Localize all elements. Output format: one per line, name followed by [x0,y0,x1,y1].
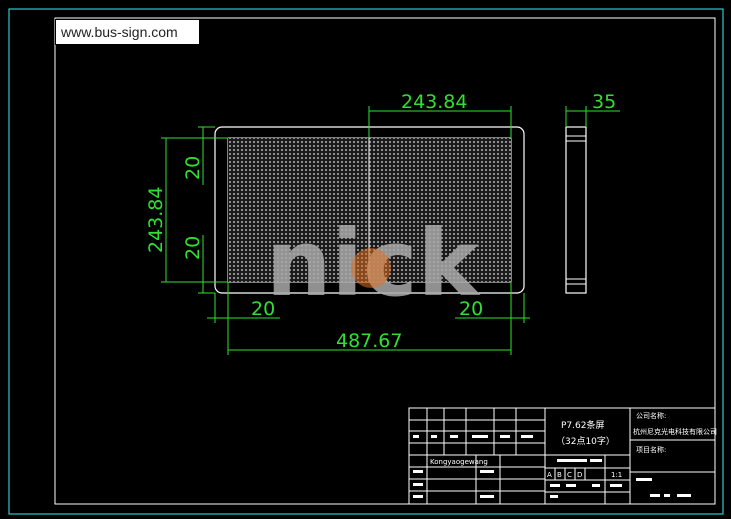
side-view-body [565,126,587,294]
company-name: 杭州尼克光电科技有限公司 [633,427,717,436]
dim-overall-width: 487.67 [336,330,402,352]
dim-left-upper-margin: 20 [182,156,204,180]
logo-dot-icon [351,248,391,288]
scale-cell-a: A [547,471,552,479]
product-spec: （32点10字） [556,435,615,447]
scale-cell-b: B [557,471,562,479]
cad-drawing: nick 243.84 3 [8,8,724,515]
dim-bottom-right-margin: 20 [459,298,483,320]
project-label: 项目名称: [636,445,666,454]
dim-left-height: 243.84 [145,187,167,253]
website-watermark: www.bus-sign.com [55,19,200,45]
product-name: P7.62条屏 [561,419,604,431]
scale-cell-c: C [567,471,572,479]
scale-value: 1:1 [611,471,622,479]
designer-name: Kongyaogewang [430,458,488,466]
scale-cell-d: D [577,471,582,479]
company-label: 公司名称: [636,411,666,420]
dim-side-depth: 35 [592,91,616,113]
dim-left-lower-margin: 20 [182,236,204,260]
dim-bottom-left-margin: 20 [251,298,275,320]
dim-top-width: 243.84 [401,91,467,113]
